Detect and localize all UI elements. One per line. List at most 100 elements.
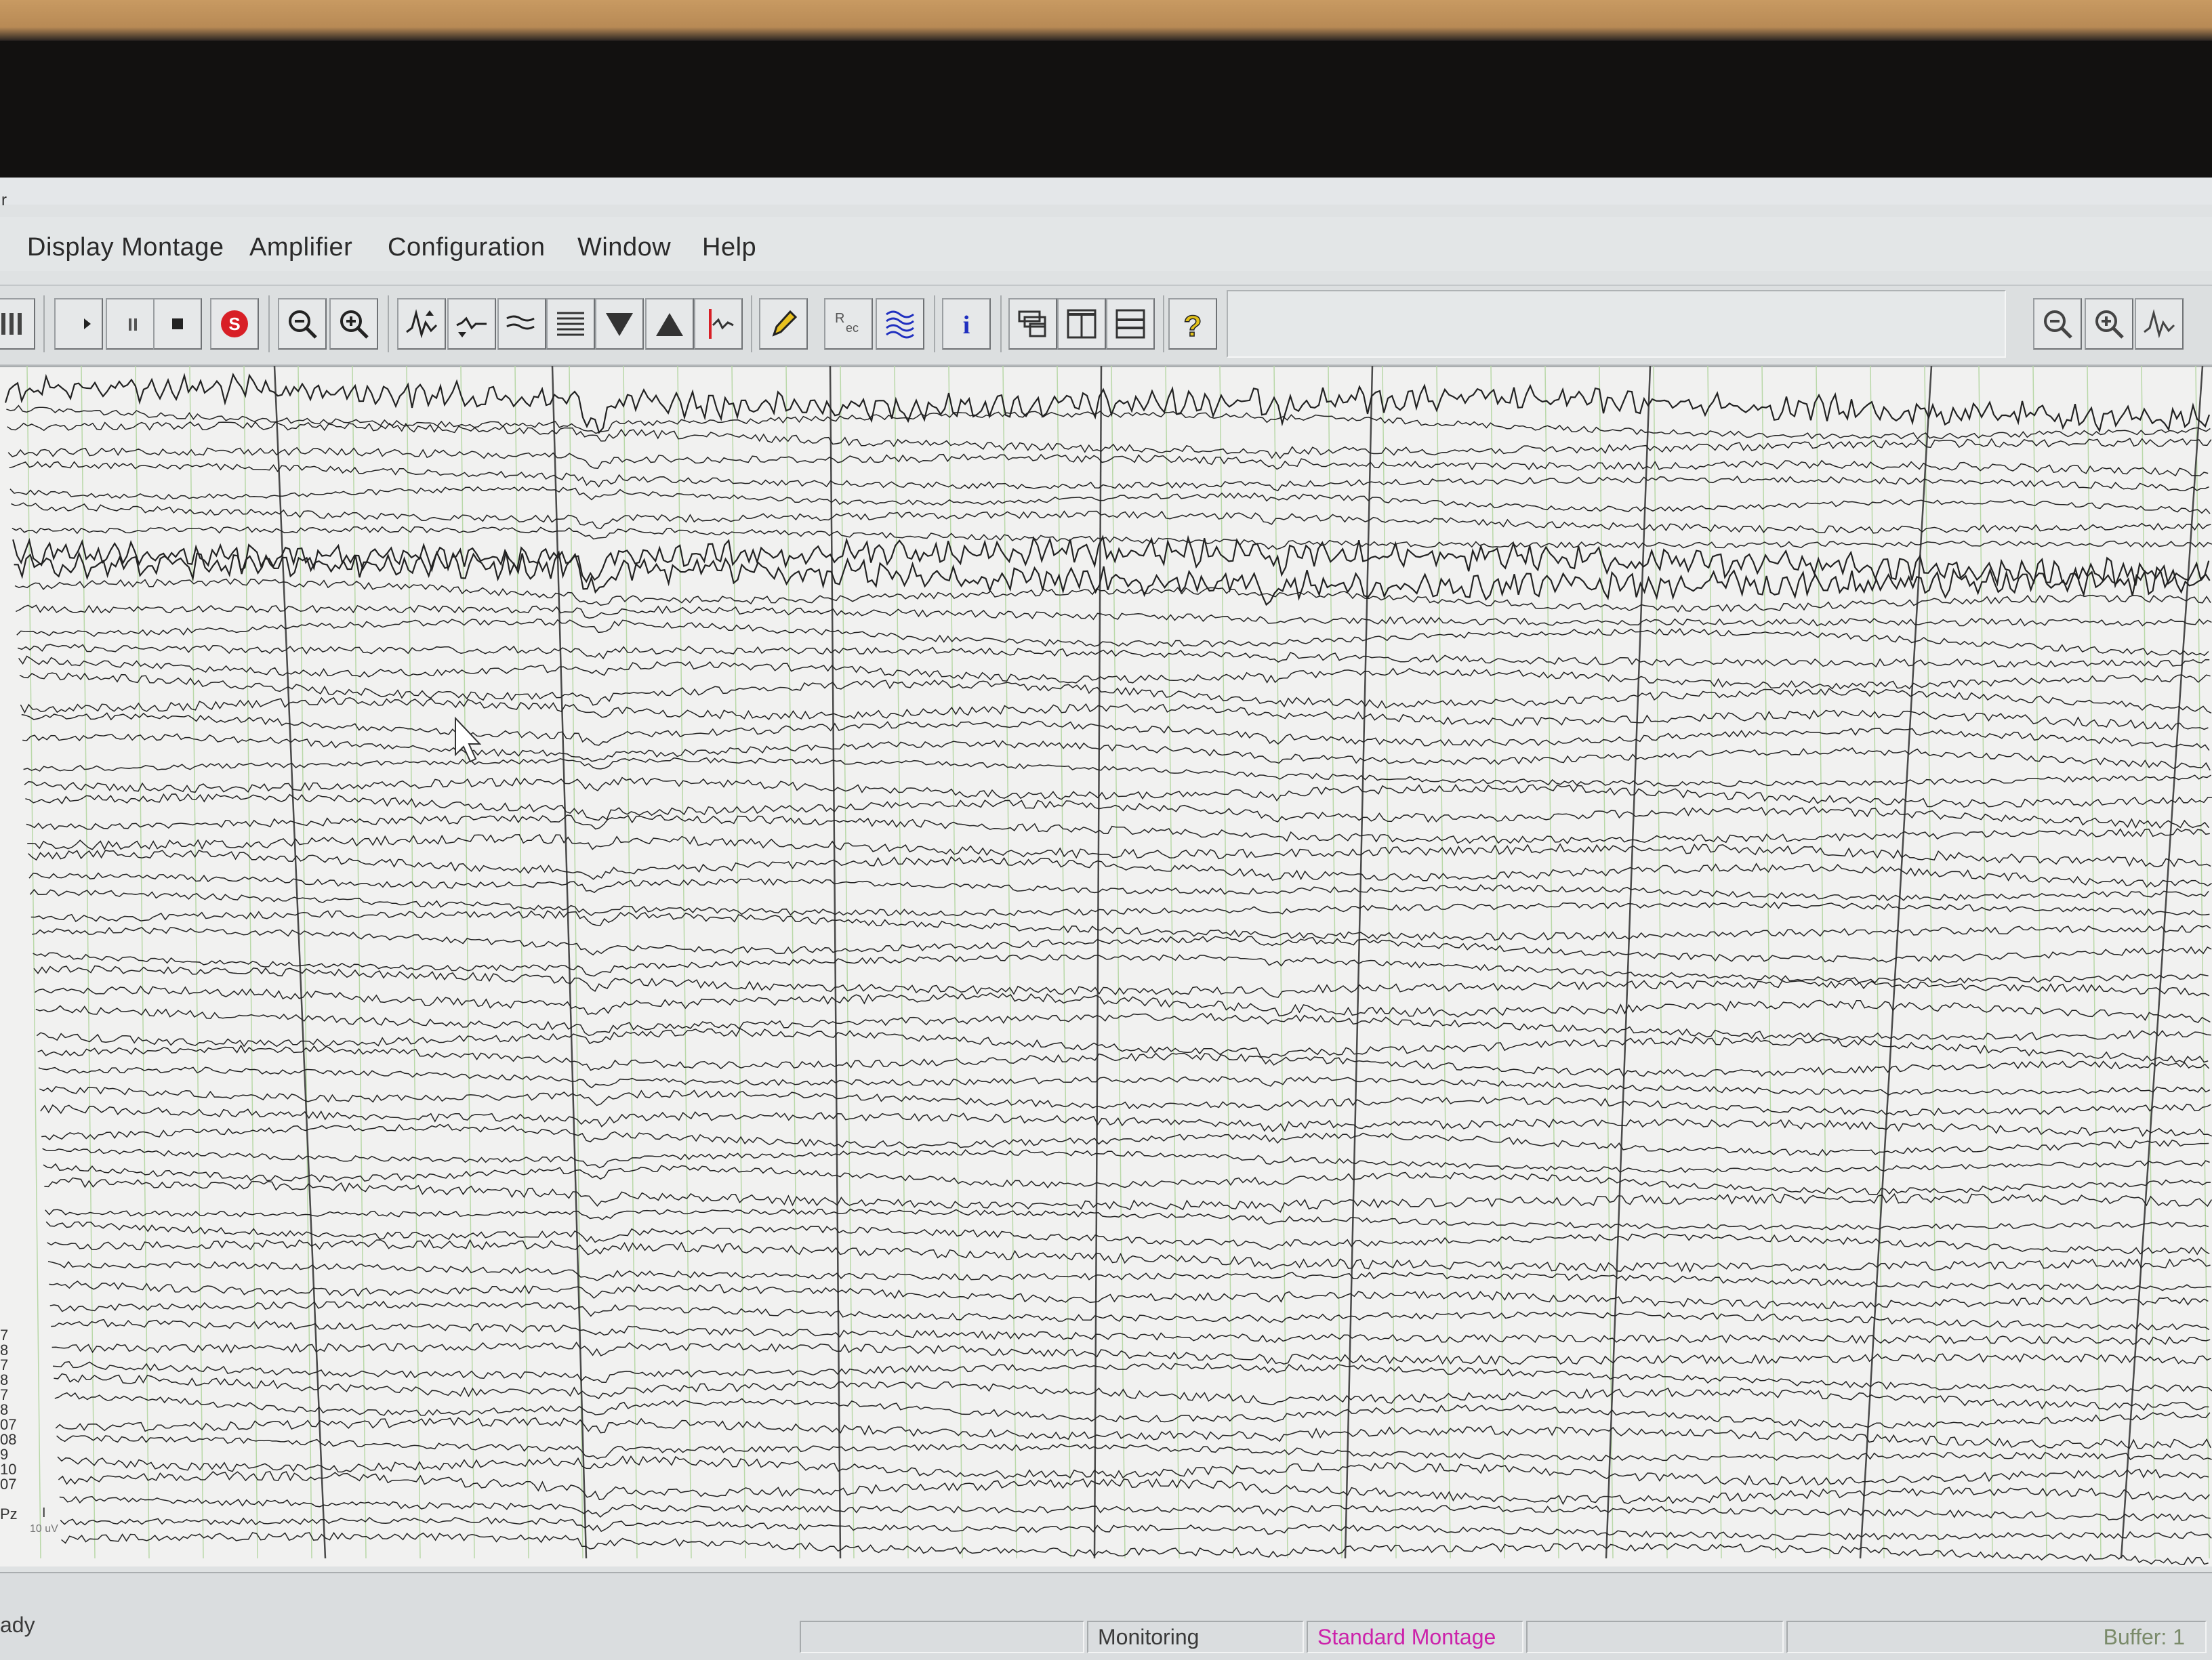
scroll-down-button[interactable] [595, 298, 644, 350]
help-button[interactable]: ? [1168, 298, 1217, 350]
increase-sensitivity-button[interactable] [397, 298, 446, 350]
eeg-channel-trace [45, 1208, 2209, 1230]
play-button[interactable] [54, 298, 103, 350]
right-zoom-out-button[interactable] [2033, 298, 2082, 350]
channel-label: 07 [0, 1476, 17, 1493]
eeg-channel-trace [7, 447, 2209, 477]
eeg-channel-trace [49, 1280, 2209, 1310]
zoom-out-icon [289, 310, 317, 339]
eeg-channel-trace [57, 1455, 2209, 1486]
eeg-channel-trace [56, 1435, 2212, 1461]
zoom-in-button[interactable] [329, 298, 378, 350]
minor-grid-line [460, 366, 475, 1559]
minor-grid-line [2032, 366, 2047, 1559]
menu-amplifier[interactable]: Amplifier [249, 233, 352, 262]
filter-button[interactable] [497, 298, 546, 350]
waveform-overlay-icon [886, 310, 914, 339]
second-grid-line [1605, 366, 1652, 1559]
eeg-channel-trace [44, 1177, 2212, 1213]
pencil-annotate-button[interactable] [759, 298, 808, 350]
impedance-button[interactable]: Rec [824, 298, 873, 350]
scale-marker: I [42, 1506, 46, 1520]
minor-grid-line [352, 366, 367, 1559]
pause-button[interactable] [106, 298, 155, 350]
status-panel-blank [800, 1621, 1084, 1653]
eeg-channel-trace [33, 965, 2210, 998]
minor-grid-line [623, 366, 638, 1559]
increase-sensitivity-icon [406, 309, 438, 339]
toolbar-separator [1000, 295, 1002, 352]
second-grid-line [1093, 366, 1103, 1559]
eeg-channel-trace [14, 578, 2211, 613]
eeg-channel-trace [59, 1495, 2211, 1522]
eeg-waveform-display[interactable] [0, 366, 2212, 1565]
scroll-up-button[interactable] [645, 298, 694, 350]
title-bar [0, 178, 2212, 205]
eeg-channel-trace [36, 1027, 2209, 1064]
minor-grid-line [1490, 366, 1505, 1559]
toolbar-separator [388, 295, 389, 352]
eeg-channel-trace [51, 1319, 2211, 1346]
svg-text:?: ? [1184, 310, 1202, 343]
eeg-channel-trace [17, 644, 2210, 668]
right-zoom-in-button[interactable] [2085, 298, 2133, 350]
layout-columns-button[interactable] [1057, 298, 1106, 350]
stop-icon [172, 318, 183, 329]
minor-grid-line [514, 366, 529, 1559]
menu-display-montage[interactable]: Display Montage [27, 233, 224, 262]
split-view-button[interactable] [0, 298, 35, 350]
info-icon: i [963, 311, 970, 339]
eeg-channel-trace [28, 872, 2209, 902]
minor-grid-line [785, 366, 800, 1559]
zoom-out-button[interactable] [278, 298, 327, 350]
info-button[interactable]: i [942, 298, 991, 350]
scale-label: 10 uV [30, 1523, 58, 1535]
layout-rows-button[interactable] [1106, 298, 1155, 350]
status-panel-mode: Monitoring [1087, 1621, 1304, 1653]
menu-configuration[interactable]: Configuration [388, 233, 546, 262]
eeg-channel-trace [55, 1417, 2211, 1449]
menu-window[interactable]: Window [577, 233, 671, 262]
eeg-channel-trace [61, 1531, 2209, 1565]
window-title: r [1, 191, 7, 209]
eeg-channel-trace [60, 1516, 2212, 1541]
monitor-bezel-band [0, 41, 2212, 183]
zoom-out-icon [2044, 310, 2072, 339]
status-panel-montage: Standard Montage [1307, 1621, 1523, 1653]
right-increase-sensitivity-button[interactable] [2135, 298, 2184, 350]
decrease-sensitivity-button[interactable] [447, 298, 496, 350]
minor-grid-line [2087, 366, 2102, 1559]
decrease-sensitivity-icon [456, 316, 487, 337]
pencil-annotate-icon [772, 310, 798, 337]
eeg-channel-trace [4, 373, 2211, 434]
filter-icon [506, 315, 535, 330]
eeg-channel-trace [6, 404, 2211, 440]
montage-list-button[interactable] [546, 298, 595, 350]
layout-rows-icon [1115, 309, 1145, 339]
toolbar-separator [43, 295, 45, 352]
minor-grid-line [1002, 366, 1017, 1559]
minor-grid-line [135, 366, 150, 1559]
impedance-icon: Rec [835, 311, 859, 335]
eeg-channel-trace [49, 1300, 2210, 1331]
split-view-icon [1, 313, 22, 335]
record-button[interactable]: S [210, 298, 259, 350]
stop-button[interactable] [153, 298, 202, 350]
eeg-channel-trace [9, 486, 2211, 514]
layout-stack-button[interactable] [1008, 298, 1057, 350]
eeg-channel-trace [52, 1361, 2212, 1392]
toolbar-separator [268, 295, 270, 352]
waveform-overlay-button[interactable] [876, 298, 924, 350]
eeg-channel-trace [11, 502, 2211, 534]
help-icon: ? [1183, 309, 1202, 343]
svg-text:ec: ec [846, 321, 859, 335]
mouse-cursor-icon [455, 716, 482, 763]
toolbar-status-field [1227, 290, 2006, 358]
eeg-channel-trace [27, 833, 2211, 867]
menu-help[interactable]: Help [702, 233, 756, 262]
status-panel-buffer: Buffer: 1 [1786, 1621, 2207, 1653]
pause-icon [129, 318, 137, 331]
eeg-channel-trace [39, 1085, 2211, 1117]
toolbar-separator [751, 295, 752, 352]
event-marker-button[interactable] [694, 298, 743, 350]
